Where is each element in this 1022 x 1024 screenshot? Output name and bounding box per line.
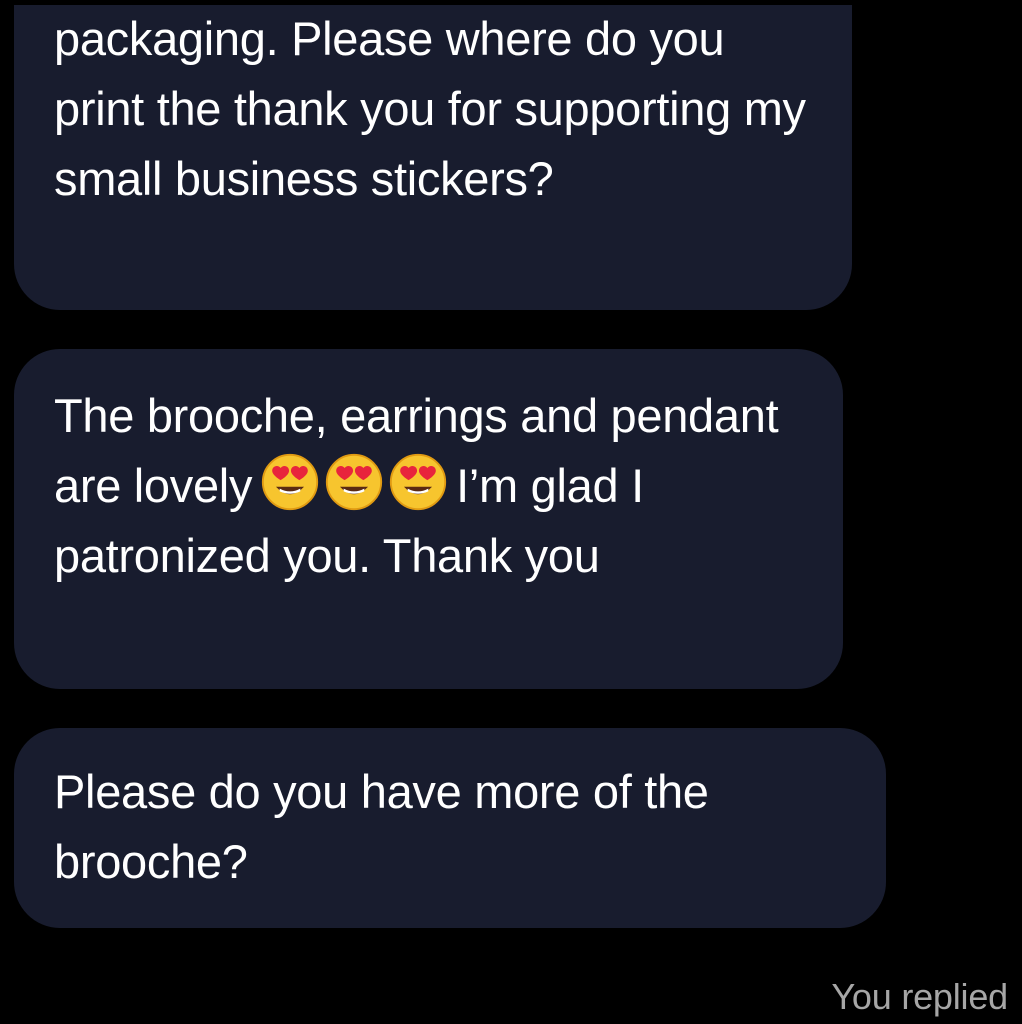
top-edge [0, 0, 1022, 5]
emoji-group [260, 452, 452, 512]
heart-eyes-emoji-icon [390, 453, 447, 511]
heart-eyes-emoji-icon [262, 453, 319, 511]
heart-eyes-emoji-icon [326, 453, 383, 511]
message-bubble[interactable]: The brooche, earrings and pendant are lo… [14, 349, 843, 689]
message-text: Please do you have more of the brooche? [54, 765, 709, 888]
message-thread: packaging. Please where do you print the… [0, 0, 1022, 1024]
message-text: packaging. Please where do you print the… [54, 12, 806, 205]
message-bubble[interactable]: Please do you have more of the brooche? [14, 728, 886, 928]
message-text: The brooche, earrings and pendant are lo… [54, 381, 803, 591]
message-bubble[interactable]: packaging. Please where do you print the… [14, 0, 852, 310]
you-replied-label: You replied [831, 976, 1008, 1017]
